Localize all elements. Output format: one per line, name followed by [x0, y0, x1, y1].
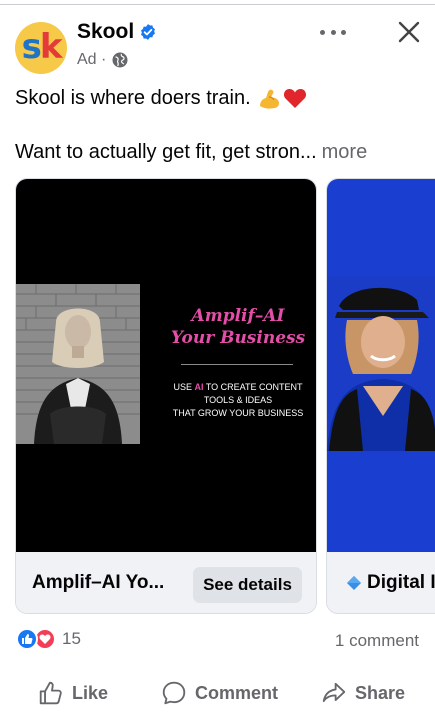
card-image[interactable]: Amplif–AI Your Business USE AI TO CREATE… [16, 179, 316, 552]
card-image[interactable] [327, 179, 435, 552]
heart-emoji-icon [283, 89, 306, 108]
top-divider [0, 0, 435, 5]
card-footer: Digital I [327, 552, 435, 613]
reactions-summary[interactable]: 15 [16, 628, 81, 650]
see-more-link[interactable]: more [322, 141, 368, 163]
post-text-truncated: Want to actually get fit, get stron... [15, 141, 317, 163]
like-button[interactable]: Like [38, 680, 108, 706]
emoji-group [257, 86, 307, 110]
avatar-logo: sk [21, 26, 63, 67]
carousel-card-2[interactable]: Digital I [326, 178, 435, 614]
card-footer: Amplif–AI Yo... See details [16, 552, 316, 613]
comment-button[interactable]: Comment [161, 680, 278, 706]
muscle-emoji-icon [259, 89, 279, 109]
page-name-row: Skool [77, 20, 157, 44]
avatar[interactable]: sk [15, 22, 67, 74]
see-details-button[interactable]: See details [193, 567, 302, 603]
promo-divider [181, 364, 293, 365]
card-title[interactable]: Amplif–AI Yo... [32, 572, 164, 594]
diamond-icon [347, 576, 361, 590]
comment-icon [162, 681, 186, 705]
woman-photo [327, 276, 435, 451]
share-button[interactable]: Share [321, 680, 405, 706]
sub-line: Ad · [77, 51, 129, 69]
post-text: Skool is where doers train. [15, 86, 251, 109]
card-title[interactable]: Digital I [347, 572, 435, 594]
action-bar: Like Comment Share [0, 674, 435, 714]
reaction-count: 15 [62, 629, 81, 648]
post-text-line1: Skool is where doers train. [15, 86, 307, 110]
like-reaction-icon [16, 628, 38, 650]
page-name[interactable]: Skool [77, 20, 134, 44]
share-icon [322, 682, 346, 703]
comment-count[interactable]: 1 comment [335, 631, 419, 651]
more-icon[interactable] [318, 22, 348, 42]
post-text-line2: Want to actually get fit, get stron... mo… [15, 141, 367, 164]
promo-body: USE AI TO CREATE CONTENT TOOLS & IDEAS T… [172, 382, 304, 418]
like-icon [39, 681, 62, 705]
close-icon[interactable] [397, 20, 421, 44]
globe-icon [112, 52, 128, 68]
promo-headline: Amplif–AI Your Business [170, 306, 306, 348]
ad-label: Ad · [77, 51, 107, 68]
verified-icon [141, 24, 156, 40]
carousel-card[interactable]: Amplif–AI Your Business USE AI TO CREATE… [15, 178, 317, 614]
woman-photo [16, 284, 140, 444]
